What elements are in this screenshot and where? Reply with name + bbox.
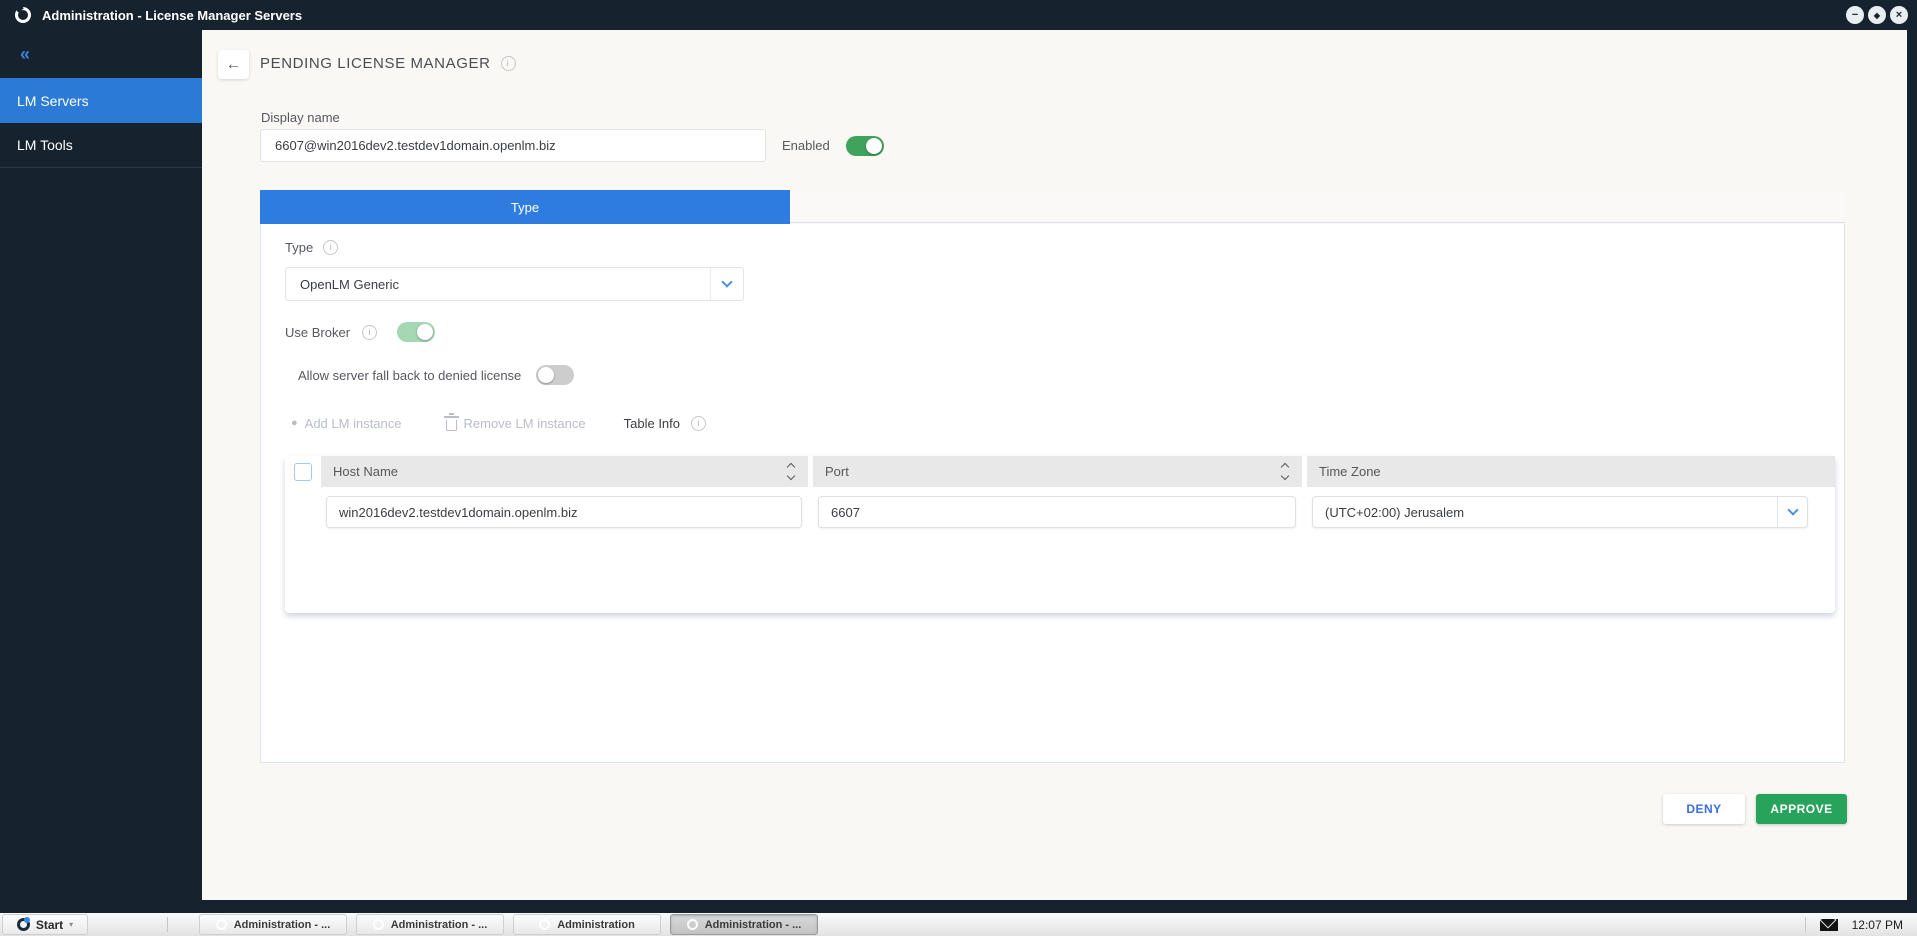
- sidebar-item-lm-tools[interactable]: LM Tools: [0, 123, 202, 168]
- page-title-info-icon[interactable]: i: [500, 56, 516, 71]
- page-title: PENDING LICENSE MANAGER i: [260, 55, 516, 72]
- app-logo-icon: [215, 919, 227, 930]
- taskbar-item-administration-3[interactable]: Administration: [513, 914, 661, 935]
- window-controls: − ◆ ×: [1846, 6, 1908, 24]
- type-dropdown[interactable]: OpenLM Generic: [285, 267, 744, 301]
- use-broker-info-icon[interactable]: i: [362, 324, 378, 340]
- lm-instance-table: Host Name Port Time Zone win2016dev2.tes…: [285, 456, 1835, 613]
- display-name-input[interactable]: [260, 129, 766, 162]
- restore-button[interactable]: ◆: [1868, 6, 1886, 24]
- window-frame-bottom: [0, 900, 1917, 913]
- table-info-button[interactable]: Table Info i: [624, 416, 706, 431]
- main-content: ← PENDING LICENSE MANAGER i Display name…: [202, 30, 1907, 900]
- remove-lm-instance-button[interactable]: Remove LM instance: [443, 413, 586, 431]
- display-name-label: Display name: [261, 110, 340, 125]
- start-logo-icon: [16, 917, 30, 931]
- add-icon: ●: [291, 417, 298, 429]
- column-header-time-zone[interactable]: Time Zone: [1307, 456, 1835, 487]
- fallback-toggle[interactable]: [536, 365, 575, 385]
- add-lm-instance-label: Add LM instance: [304, 416, 402, 431]
- column-header-port[interactable]: Port: [813, 456, 1302, 487]
- time-zone-dropdown[interactable]: (UTC+02:00) Jerusalem: [1312, 496, 1808, 528]
- type-panel: Type i OpenLM Generic Use Broker i Allow…: [260, 224, 1845, 763]
- system-tray: 12:07 PM: [1804, 917, 1903, 932]
- back-arrow-icon: ←: [225, 55, 242, 73]
- table-info-label: Table Info: [623, 416, 680, 431]
- column-header-host-name[interactable]: Host Name: [321, 456, 808, 487]
- enabled-row: Enabled: [782, 129, 884, 162]
- port-input[interactable]: [818, 496, 1296, 528]
- sort-icon[interactable]: [786, 462, 796, 481]
- table-info-icon[interactable]: i: [691, 416, 706, 431]
- select-all-checkbox[interactable]: [294, 462, 312, 481]
- mail-icon[interactable]: [1819, 918, 1838, 931]
- add-lm-instance-button[interactable]: ● Add LM instance: [291, 416, 402, 431]
- enabled-toggle[interactable]: [845, 135, 884, 156]
- app-logo-icon: [15, 7, 31, 23]
- window-title: Administration - License Manager Servers: [42, 7, 303, 23]
- toggle-knob: [417, 324, 434, 340]
- start-button[interactable]: Start ▾: [2, 914, 88, 935]
- app-logo-icon: [686, 919, 698, 930]
- start-arrow-icon: ▾: [69, 920, 74, 929]
- enabled-label: Enabled: [782, 138, 830, 153]
- tab-type[interactable]: Type: [260, 190, 790, 224]
- sidebar-item-label: LM Servers: [17, 92, 89, 109]
- type-label: Type: [285, 240, 314, 255]
- tray-separator: [1804, 917, 1806, 932]
- taskbar-item-administration-4-active[interactable]: Administration - ...: [670, 914, 818, 935]
- remove-lm-instance-label: Remove LM instance: [463, 416, 586, 431]
- table-row: (UTC+02:00) Jerusalem: [285, 496, 1835, 528]
- taskbar-separator: [167, 917, 168, 932]
- back-button[interactable]: ←: [218, 50, 249, 79]
- sidebar-collapse-icon[interactable]: «: [20, 44, 30, 65]
- time-zone-cell: (UTC+02:00) Jerusalem: [1307, 496, 1814, 528]
- toggle-knob: [865, 137, 882, 154]
- sidebar: « LM Servers LM Tools: [0, 30, 202, 913]
- select-all-cell: [285, 456, 321, 487]
- chevron-down-icon: [1786, 504, 1799, 516]
- table-toolbar: ● Add LM instance Remove LM instance Tab…: [291, 413, 706, 431]
- use-broker-row: Use Broker i: [285, 322, 436, 342]
- taskbar-item-administration-2[interactable]: Administration - ...: [356, 914, 504, 935]
- table-header-row: Host Name Port Time Zone: [285, 456, 1835, 487]
- chevron-down-icon: [721, 276, 733, 288]
- trash-icon: [443, 413, 459, 431]
- approve-button[interactable]: APPROVE: [1756, 794, 1847, 824]
- fallback-label: Allow server fall back to denied license: [298, 367, 522, 383]
- start-label: Start: [35, 917, 64, 932]
- close-button[interactable]: ×: [1890, 6, 1908, 24]
- type-label-row: Type i: [285, 240, 339, 255]
- use-broker-toggle[interactable]: [397, 322, 436, 342]
- taskbar: Start ▾ Administration - ... Administrat…: [0, 913, 1917, 936]
- taskbar-item-administration-1[interactable]: Administration - ...: [199, 914, 347, 935]
- use-broker-label: Use Broker: [285, 324, 351, 340]
- taskbar-clock: 12:07 PM: [1851, 917, 1903, 932]
- time-zone-value: (UTC+02:00) Jerusalem: [1325, 504, 1465, 520]
- sidebar-item-label: LM Tools: [17, 137, 73, 153]
- host-name-cell: [321, 496, 808, 528]
- tab-bar: Type: [260, 190, 1845, 224]
- minimize-button[interactable]: −: [1846, 6, 1864, 24]
- host-name-input[interactable]: [326, 496, 802, 528]
- deny-button[interactable]: DENY: [1663, 794, 1745, 824]
- application-window: Administration - License Manager Servers…: [0, 0, 1917, 936]
- type-dropdown-value: OpenLM Generic: [300, 276, 399, 292]
- fallback-row: Allow server fall back to denied license: [298, 365, 575, 385]
- app-logo-icon: [372, 919, 384, 930]
- type-dropdown-chevron[interactable]: [710, 268, 743, 300]
- app-logo-icon: [539, 919, 551, 930]
- toggle-knob: [538, 367, 555, 383]
- window-frame-right: [1907, 30, 1917, 913]
- type-info-icon[interactable]: i: [323, 240, 339, 255]
- port-cell: [813, 496, 1302, 528]
- title-bar: Administration - License Manager Servers…: [0, 0, 1917, 30]
- sort-icon[interactable]: [1280, 462, 1290, 481]
- time-zone-chevron[interactable]: [1777, 497, 1807, 527]
- sidebar-item-lm-servers[interactable]: LM Servers: [0, 78, 202, 123]
